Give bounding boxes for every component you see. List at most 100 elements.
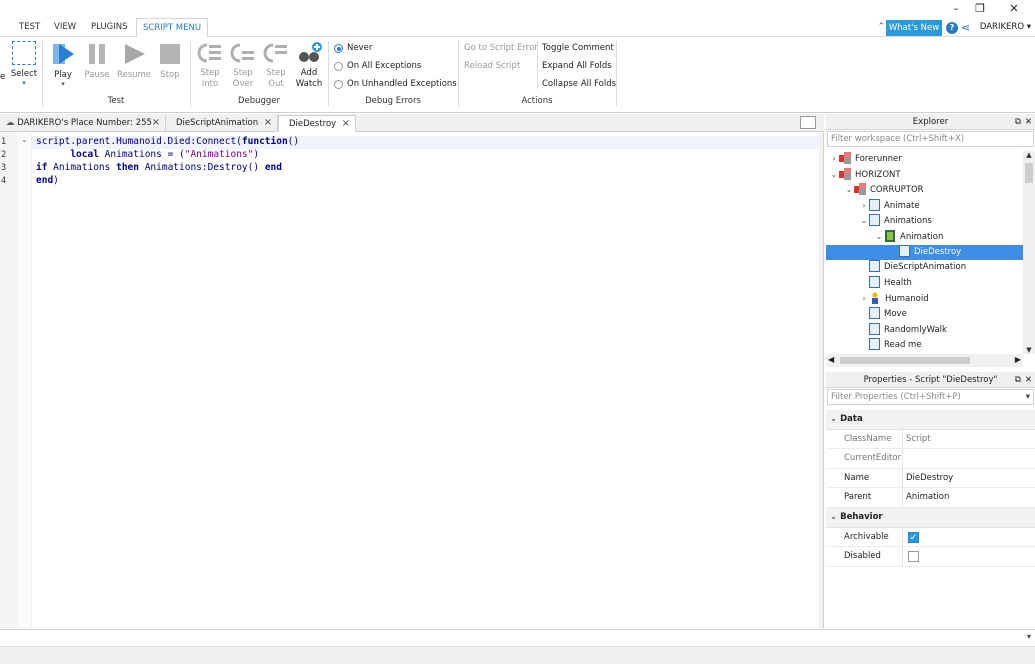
reload-script-button[interactable]: Reload Script [464, 61, 520, 71]
scroll-up-icon[interactable]: ▲ [1023, 151, 1035, 159]
property-row[interactable]: CurrentEditor [826, 449, 1035, 469]
chevron-down-icon[interactable]: ⌄ [844, 182, 854, 198]
step-over-button[interactable]: Step Over [229, 41, 257, 90]
scroll-left-icon[interactable]: ◀ [828, 355, 834, 364]
command-bar[interactable]: ▾ [0, 629, 1035, 646]
chevron-right-icon[interactable]: › [859, 291, 869, 307]
step-over-label-2: Over [232, 79, 254, 89]
line-number: 1 [1, 137, 7, 147]
pause-button[interactable]: Pause [83, 41, 111, 80]
minimize-icon[interactable]: – [944, 1, 968, 17]
play-button[interactable]: Play ▾ [48, 41, 78, 88]
radio-on-unhandled-exceptions[interactable]: On Unhandled Exceptions [333, 79, 458, 93]
step-into-button[interactable]: Step Into [196, 41, 224, 90]
tree-item[interactable]: DieDestroy [826, 244, 1023, 261]
resume-button[interactable]: Resume [116, 41, 152, 80]
close-icon[interactable]: ✕ [1025, 114, 1032, 130]
tree-item[interactable]: Move [826, 306, 1023, 323]
tree-item[interactable]: › Forerunner [826, 151, 1023, 167]
expand-all-folds-button[interactable]: Expand All Folds [542, 61, 612, 71]
checkbox-checked[interactable]: ✓ [908, 531, 919, 543]
go-to-script-error-button[interactable]: Go to Script Error [464, 43, 538, 53]
property-name: Parent [844, 492, 872, 503]
property-category[interactable]: ⌄ Data [826, 410, 1035, 430]
doc-tab-diedestroy[interactable]: DieDestroy × [278, 115, 356, 132]
select-button[interactable]: Select ▾ [9, 41, 39, 87]
chevron-down-icon[interactable]: ⌄ [829, 167, 839, 183]
close-icon[interactable]: ✕ [1025, 372, 1032, 388]
step-out-button[interactable]: Step Out [262, 41, 290, 90]
tree-item[interactable]: Read me [826, 338, 1023, 354]
status-bar [0, 646, 1035, 664]
stop-icon [160, 44, 180, 64]
tab-test[interactable]: TEST [13, 18, 46, 37]
chevron-right-icon[interactable]: › [859, 198, 869, 214]
property-category[interactable]: ⌄ Behavior [826, 507, 1035, 528]
checkbox[interactable] [908, 551, 919, 563]
scroll-thumb[interactable] [840, 357, 970, 364]
scroll-thumb[interactable] [1025, 163, 1033, 183]
whats-new-button[interactable]: What's New [886, 20, 942, 36]
property-row[interactable]: Disabled [826, 547, 1035, 567]
script-editor[interactable]: 1 2 3 4 ⌄ script.parent.Humanoid.Died:Co… [0, 133, 824, 628]
split-view-icon[interactable] [800, 116, 816, 129]
editor-scrollbar[interactable] [819, 133, 823, 628]
stop-button[interactable]: Stop [156, 41, 184, 80]
property-value[interactable]: DieDestroy [906, 469, 953, 489]
close-icon[interactable]: × [342, 116, 350, 132]
chevron-down-icon[interactable]: ▾ [1027, 632, 1031, 641]
tree-item[interactable]: RandomlyWalk [826, 322, 1023, 339]
script-icon [869, 275, 880, 288]
properties-filter-input[interactable]: Filter Properties (Ctrl+Shift+P) ▾ [827, 389, 1034, 405]
tree-item[interactable]: DieScriptAnimation [826, 260, 1023, 276]
add-watch-button[interactable]: Add Watch [294, 41, 324, 90]
tab-plugins[interactable]: PLUGINS [85, 18, 134, 37]
close-icon[interactable]: × [264, 115, 272, 131]
chevron-down-icon[interactable]: ⌄ [830, 414, 837, 424]
ribbon-panel: e Select ▾ Play ▾ Pause Resume Stop Test [0, 37, 1035, 113]
tree-item[interactable]: ⌄ Animations [826, 213, 1023, 229]
radio-never[interactable]: Never [333, 43, 458, 57]
tree-item[interactable]: › Humanoid [826, 291, 1023, 307]
chevron-down-icon[interactable]: ⌄ [874, 229, 884, 245]
tab-view[interactable]: VIEW [48, 18, 82, 37]
doc-tab-place[interactable]: ☁ DARIKERO's Place Number: 255 × [0, 115, 166, 132]
tree-item[interactable]: ⌄ HORIZONT [826, 167, 1023, 183]
property-row[interactable]: ClassName Script [826, 429, 1035, 450]
tree-item[interactable]: ⌄ Animation [826, 229, 1023, 245]
user-menu[interactable]: DARIKERO ▾ [980, 19, 1031, 36]
tree-item[interactable]: ⌄ CORRUPTOR [826, 182, 1023, 198]
radio-on-all-exceptions[interactable]: On All Exceptions [333, 61, 458, 75]
undock-icon[interactable]: ⧉ [1015, 114, 1021, 130]
fold-chevron-icon[interactable]: ⌄ [21, 135, 28, 144]
scroll-right-icon[interactable]: ▶ [1015, 355, 1021, 364]
scroll-down-icon[interactable]: ▼ [1023, 346, 1035, 354]
property-row[interactable]: Parent Animation [826, 488, 1035, 508]
explorer-filter-input[interactable]: Filter workspace (Ctrl+Shift+X) [827, 131, 1034, 147]
property-value[interactable]: Animation [906, 488, 949, 508]
chevron-down-icon[interactable]: ⌄ [859, 213, 869, 229]
explorer-vscrollbar[interactable]: ▲ ▼ [1023, 151, 1035, 354]
undock-icon[interactable]: ⧉ [1015, 372, 1021, 388]
property-row[interactable]: Name DieDestroy [826, 468, 1035, 489]
property-row[interactable]: Archivable ✓ [826, 527, 1035, 548]
explorer-hscrollbar[interactable]: ◀ ▶ [826, 354, 1023, 367]
tree-item[interactable]: › Animate [826, 198, 1023, 214]
doc-tab-diescriptanimation[interactable]: DieScriptAnimation × [166, 115, 278, 132]
chevron-right-icon[interactable]: › [829, 151, 839, 167]
property-value[interactable]: Script [906, 430, 931, 450]
tree-item[interactable]: Health [826, 275, 1023, 292]
tab-script-menu[interactable]: SCRIPT MENU [136, 18, 209, 38]
add-watch-label-2: Watch [295, 79, 323, 89]
toggle-comment-button[interactable]: Toggle Comment [542, 43, 614, 53]
close-window-icon[interactable]: ✕ [1002, 1, 1026, 17]
script-icon [869, 306, 880, 319]
share-icon[interactable]: ⋖ [961, 21, 974, 34]
chevron-down-icon[interactable]: ⌄ [830, 512, 837, 522]
restore-icon[interactable]: ❐ [968, 1, 992, 17]
collapse-ribbon-icon[interactable]: ⌃ [877, 19, 885, 36]
help-icon[interactable]: ? [946, 22, 958, 34]
close-icon[interactable]: × [152, 115, 160, 131]
collapse-all-folds-button[interactable]: Collapse All Folds [542, 79, 616, 89]
chevron-down-icon[interactable]: ▾ [1026, 390, 1030, 404]
